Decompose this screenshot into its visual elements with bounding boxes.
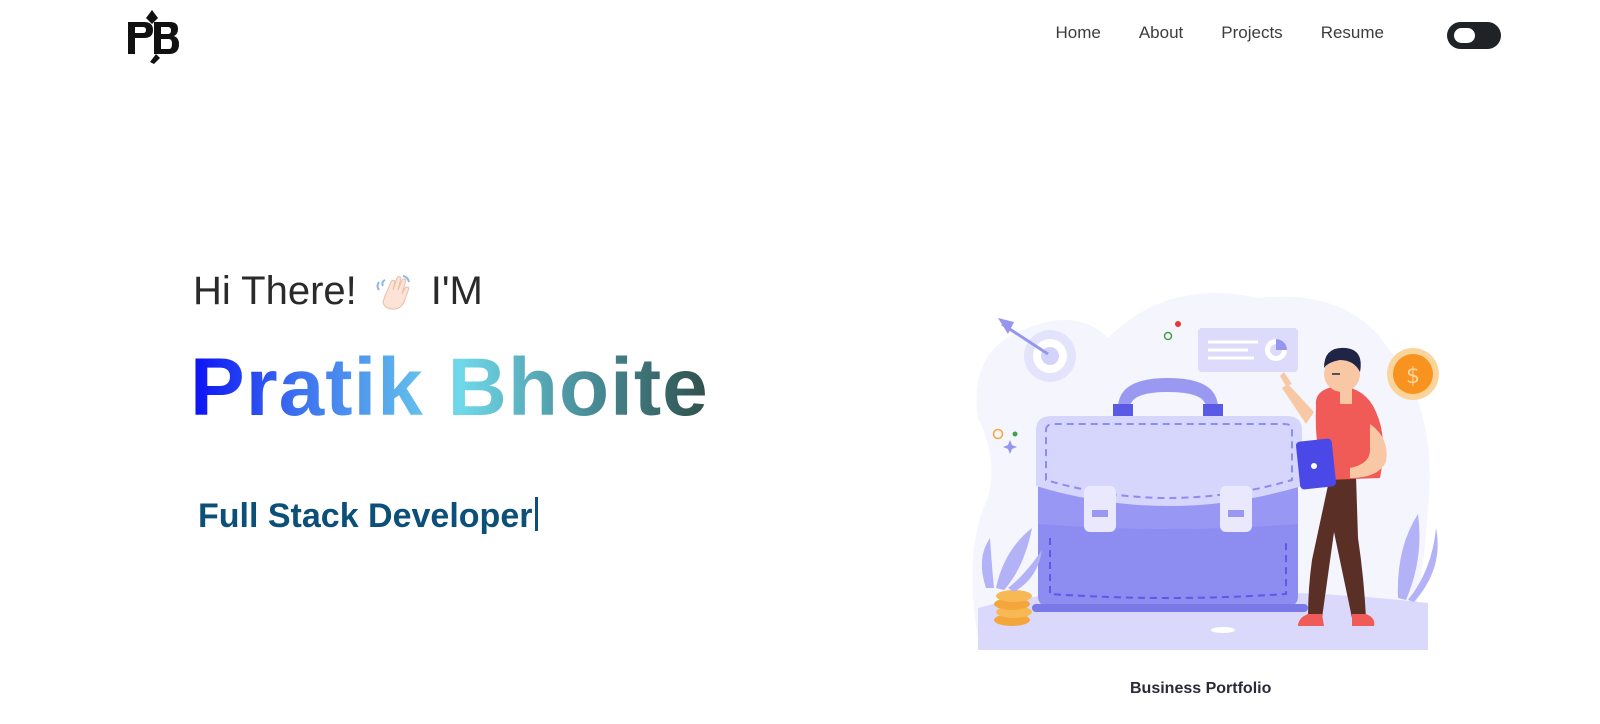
ground-oval [1211,627,1235,633]
role-text: Full Stack Developer [198,497,533,535]
nav-projects-link[interactable]: Projects [1221,22,1282,44]
green-dot [1012,431,1018,437]
nav-home-link[interactable]: Home [1055,22,1100,44]
nav-about-link[interactable]: About [1139,22,1183,44]
coin-icon: $ [1387,348,1439,400]
coins-stack-icon [994,590,1032,626]
logo[interactable] [126,8,182,64]
nav-resume-link[interactable]: Resume [1321,22,1384,44]
dashboard-card-icon [1198,328,1298,372]
waving-hand-icon [376,275,410,310]
typing-cursor [535,497,539,531]
business-portfolio-illustration: $ [972,293,1439,650]
hero-name: Pratik Bhoite [190,340,709,436]
toggle-knob [1454,28,1475,43]
hero-role: Full Stack Developer [198,496,539,536]
illustration-caption: Business Portfolio [1130,680,1272,697]
svg-text:$: $ [1406,364,1420,389]
red-dot [1175,321,1181,327]
greeting-suffix-text: I'M [430,269,483,313]
hero-greeting: Hi There! I'M [193,268,483,314]
nav-links: Home About Projects Resume [1017,22,1384,44]
navbar: Home About Projects Resume [0,0,1600,72]
greeting-text: Hi There! [193,269,357,313]
theme-toggle[interactable] [1447,22,1501,49]
